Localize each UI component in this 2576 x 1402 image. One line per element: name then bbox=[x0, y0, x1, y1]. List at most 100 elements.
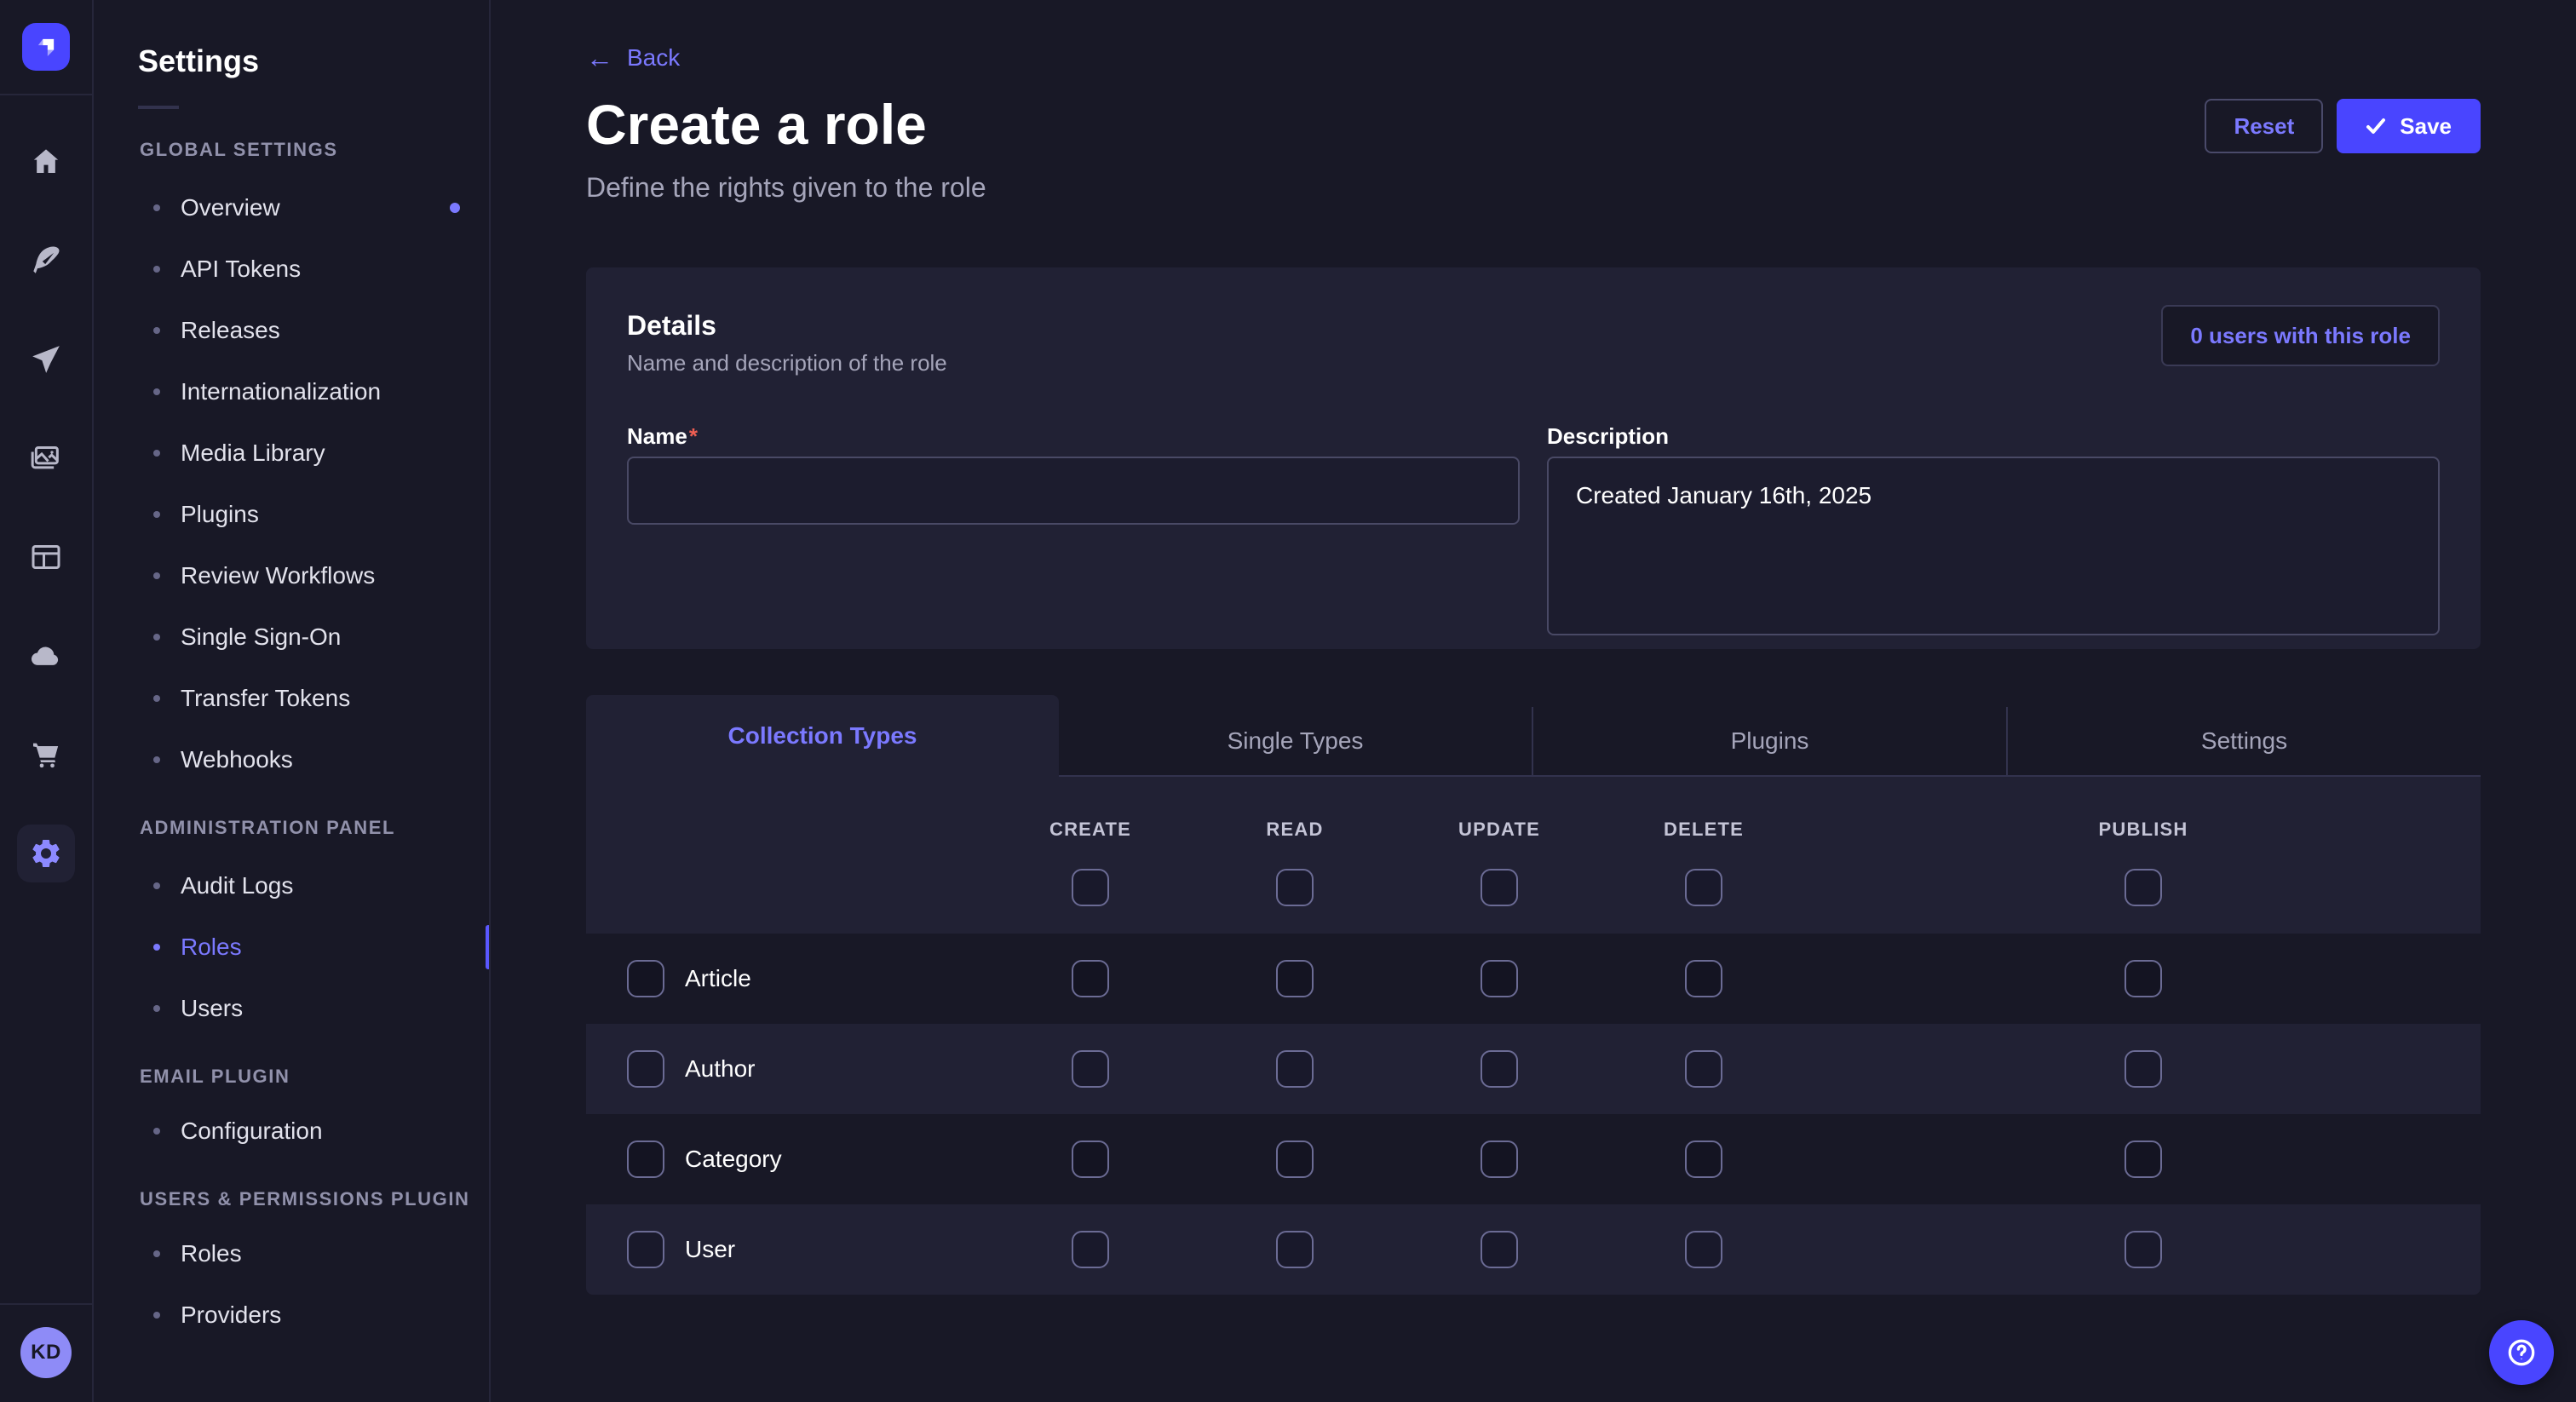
bullet-icon bbox=[153, 1005, 160, 1012]
bullet-icon bbox=[153, 511, 160, 518]
main-nav-rail: KD bbox=[0, 0, 94, 1402]
media-library-images-icon[interactable] bbox=[17, 429, 75, 487]
bullet-icon bbox=[153, 882, 160, 889]
user-avatar[interactable]: KD bbox=[20, 1327, 72, 1378]
permission-checkbox-category-read[interactable] bbox=[1276, 1141, 1314, 1178]
name-input[interactable] bbox=[627, 457, 1520, 525]
section-list-administration-panel: Audit Logs Roles Users bbox=[94, 855, 489, 1039]
sidebar-item-webhooks[interactable]: Webhooks bbox=[94, 729, 489, 790]
description-label: Description bbox=[1547, 422, 2440, 450]
rail-icon-list bbox=[17, 133, 75, 1303]
permission-checkbox-author-delete[interactable] bbox=[1685, 1050, 1722, 1088]
select-all-publish-checkbox[interactable] bbox=[2125, 869, 2162, 906]
permission-checkbox-category-delete[interactable] bbox=[1685, 1141, 1722, 1178]
sidebar-item-configuration[interactable]: Configuration bbox=[94, 1100, 489, 1162]
permission-checkbox-user-create[interactable] bbox=[1072, 1231, 1109, 1268]
permission-checkbox-article-delete[interactable] bbox=[1685, 960, 1722, 997]
content-builder-feather-icon[interactable] bbox=[17, 232, 75, 290]
sidebar-item-users[interactable]: Users bbox=[94, 978, 489, 1039]
page-subtitle: Define the rights given to the role bbox=[586, 170, 2481, 204]
tab-single-types[interactable]: Single Types bbox=[1059, 707, 1532, 777]
sidebar-item-releases[interactable]: Releases bbox=[94, 300, 489, 361]
section-heading-users-permissions-plugin: USERS & PERMISSIONS PLUGIN bbox=[94, 1186, 489, 1213]
permission-checkbox-category-publish[interactable] bbox=[2125, 1141, 2162, 1178]
row-name-cell: Category bbox=[627, 1141, 988, 1178]
row-select-checkbox[interactable] bbox=[627, 1050, 664, 1088]
rail-footer: KD bbox=[0, 1303, 92, 1402]
sidebar-item-single-sign-on[interactable]: Single Sign-On bbox=[94, 606, 489, 668]
sidebar-item-audit-logs[interactable]: Audit Logs bbox=[94, 855, 489, 916]
permission-checkbox-user-delete[interactable] bbox=[1685, 1231, 1722, 1268]
bullet-icon bbox=[153, 634, 160, 641]
column-read: READ bbox=[1193, 818, 1397, 906]
question-mark-icon bbox=[2504, 1336, 2539, 1370]
back-arrow-icon: ← bbox=[586, 44, 613, 72]
help-button[interactable] bbox=[2489, 1320, 2554, 1385]
table-row-article: Article bbox=[586, 934, 2481, 1024]
row-select-checkbox[interactable] bbox=[627, 960, 664, 997]
bullet-icon bbox=[153, 450, 160, 457]
permission-checkbox-user-publish[interactable] bbox=[2125, 1231, 2162, 1268]
permission-checkbox-category-update[interactable] bbox=[1481, 1141, 1518, 1178]
permission-checkbox-author-create[interactable] bbox=[1072, 1050, 1109, 1088]
page-title: Create a role bbox=[586, 89, 2481, 160]
select-all-update-checkbox[interactable] bbox=[1481, 869, 1518, 906]
reset-button[interactable]: Reset bbox=[2205, 99, 2323, 153]
bullet-icon bbox=[153, 572, 160, 579]
marketplace-cart-icon[interactable] bbox=[17, 726, 75, 784]
check-icon bbox=[2366, 116, 2386, 136]
name-label: Name* bbox=[627, 422, 1520, 450]
tab-plugins[interactable]: Plugins bbox=[1532, 707, 2006, 777]
cloud-icon[interactable] bbox=[17, 627, 75, 685]
section-list-users-permissions-plugin: Roles Providers bbox=[94, 1223, 489, 1346]
title-divider bbox=[138, 106, 179, 109]
strapi-logo-icon[interactable] bbox=[22, 23, 70, 71]
sidebar-item-plugins[interactable]: Plugins bbox=[94, 484, 489, 545]
sidebar-item-transfer-tokens[interactable]: Transfer Tokens bbox=[94, 668, 489, 729]
permission-checkbox-user-read[interactable] bbox=[1276, 1231, 1314, 1268]
details-card: Details Name and description of the role… bbox=[586, 267, 2481, 649]
permission-checkbox-article-create[interactable] bbox=[1072, 960, 1109, 997]
permission-checkbox-category-create[interactable] bbox=[1072, 1141, 1109, 1178]
users-with-role-button[interactable]: 0 users with this role bbox=[2161, 305, 2440, 366]
settings-gear-icon[interactable] bbox=[17, 825, 75, 882]
back-link[interactable]: ← Back bbox=[586, 41, 680, 75]
permission-checkbox-user-update[interactable] bbox=[1481, 1231, 1518, 1268]
sidebar-item-media-library[interactable]: Media Library bbox=[94, 422, 489, 484]
permission-checkbox-author-read[interactable] bbox=[1276, 1050, 1314, 1088]
permission-checkbox-article-publish[interactable] bbox=[2125, 960, 2162, 997]
sidebar-item-review-workflows[interactable]: Review Workflows bbox=[94, 545, 489, 606]
column-publish: PUBLISH bbox=[1806, 818, 2481, 906]
tab-collection-types[interactable]: Collection Types bbox=[586, 695, 1059, 777]
sidebar-item-internationalization[interactable]: Internationalization bbox=[94, 361, 489, 422]
select-all-read-checkbox[interactable] bbox=[1276, 869, 1314, 906]
permission-checkbox-author-publish[interactable] bbox=[2125, 1050, 2162, 1088]
section-heading-global-settings: GLOBAL SETTINGS bbox=[94, 136, 489, 164]
column-update: UPDATE bbox=[1397, 818, 1601, 906]
row-select-checkbox[interactable] bbox=[627, 1231, 664, 1268]
permission-checkbox-article-update[interactable] bbox=[1481, 960, 1518, 997]
row-select-checkbox[interactable] bbox=[627, 1141, 664, 1178]
releases-plane-icon[interactable] bbox=[17, 330, 75, 388]
sidebar-item-roles-up[interactable]: Roles bbox=[94, 1223, 489, 1284]
permissions-panel: CREATE READ UPDATE DELETE PUBLISH bbox=[586, 777, 2481, 1295]
permission-checkbox-article-read[interactable] bbox=[1276, 960, 1314, 997]
sidebar-item-api-tokens[interactable]: API Tokens bbox=[94, 238, 489, 300]
sidebar-title: Settings bbox=[94, 37, 489, 85]
save-button[interactable]: Save bbox=[2337, 99, 2481, 153]
section-list-global-settings: Overview API Tokens Releases Internation… bbox=[94, 177, 489, 790]
home-icon[interactable] bbox=[17, 133, 75, 191]
sidebar-item-providers[interactable]: Providers bbox=[94, 1284, 489, 1346]
settings-sidebar: Settings GLOBAL SETTINGS Overview API To… bbox=[94, 0, 491, 1402]
table-row-category: Category bbox=[586, 1114, 2481, 1204]
bullet-icon bbox=[153, 1128, 160, 1135]
sidebar-item-overview[interactable]: Overview bbox=[94, 177, 489, 238]
permission-checkbox-author-update[interactable] bbox=[1481, 1050, 1518, 1088]
select-all-create-checkbox[interactable] bbox=[1072, 869, 1109, 906]
description-textarea[interactable]: Created January 16th, 2025 bbox=[1547, 457, 2440, 635]
sidebar-item-roles-admin[interactable]: Roles bbox=[94, 916, 489, 978]
tab-settings[interactable]: Settings bbox=[2006, 707, 2481, 777]
select-all-delete-checkbox[interactable] bbox=[1685, 869, 1722, 906]
content-manager-layout-icon[interactable] bbox=[17, 528, 75, 586]
bullet-icon bbox=[153, 266, 160, 273]
